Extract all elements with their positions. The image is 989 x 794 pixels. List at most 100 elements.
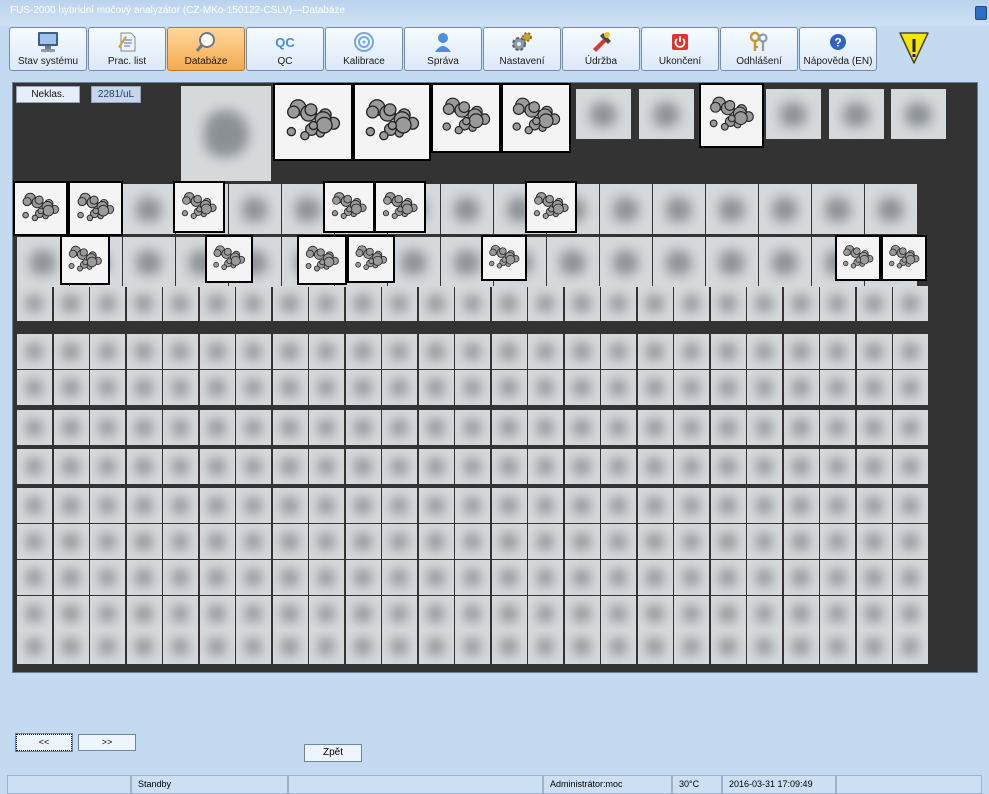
toolbar-button-settings[interactable]: Nastavení (483, 27, 561, 71)
particle-thumbnail[interactable] (90, 370, 125, 405)
particle-thumbnail[interactable] (653, 237, 705, 287)
particle-thumbnail[interactable] (382, 524, 417, 559)
particle-thumbnail[interactable] (637, 488, 673, 523)
particle-thumbnail[interactable] (382, 286, 417, 321)
particle-thumbnail[interactable] (747, 488, 782, 523)
particle-thumbnail[interactable] (893, 560, 928, 595)
particle-thumbnail[interactable] (783, 596, 819, 631)
particle-thumbnail[interactable] (893, 488, 928, 523)
particle-thumbnail[interactable] (53, 524, 89, 559)
particle-thumbnail[interactable] (528, 286, 563, 321)
particle-thumbnail[interactable] (856, 370, 892, 405)
particle-thumbnail[interactable] (126, 524, 162, 559)
particle-thumbnail[interactable] (418, 449, 454, 484)
particle-thumbnail[interactable] (564, 488, 600, 523)
particle-thumbnail[interactable] (90, 560, 125, 595)
particle-thumbnail[interactable] (345, 524, 381, 559)
particle-thumbnail[interactable] (229, 184, 281, 234)
particle-thumbnail[interactable] (272, 488, 308, 523)
particle-thumbnail[interactable] (181, 86, 271, 181)
particle-thumbnail[interactable] (674, 410, 709, 445)
particle-thumbnail[interactable] (455, 286, 490, 321)
particle-thumbnail[interactable] (564, 370, 600, 405)
particle-thumbnail[interactable] (747, 286, 782, 321)
particle-thumbnail[interactable] (820, 488, 855, 523)
particle-thumbnail[interactable] (17, 334, 52, 369)
particle-thumbnail[interactable] (126, 560, 162, 595)
particle-thumbnail[interactable] (491, 596, 527, 631)
particle-thumbnail[interactable] (382, 334, 417, 369)
particle-thumbnail[interactable] (783, 560, 819, 595)
particle-thumbnail-selected[interactable] (297, 235, 347, 285)
particle-thumbnail[interactable] (455, 410, 490, 445)
particle-thumbnail[interactable] (163, 488, 198, 523)
particle-thumbnail[interactable] (528, 334, 563, 369)
particle-thumbnail[interactable] (199, 334, 235, 369)
particle-thumbnail[interactable] (600, 184, 652, 234)
toolbar-button-management[interactable]: Správa (404, 27, 482, 71)
particle-thumbnail[interactable] (199, 524, 235, 559)
toolbar-button-database[interactable]: Databáze (167, 27, 245, 71)
particle-thumbnail[interactable] (710, 596, 746, 631)
particle-thumbnail[interactable] (388, 237, 440, 287)
particle-thumbnail[interactable] (820, 370, 855, 405)
particle-thumbnail[interactable] (747, 629, 782, 664)
particle-thumbnail[interactable] (759, 237, 811, 287)
particle-thumbnail-selected[interactable] (374, 181, 426, 233)
warning-icon[interactable] (897, 30, 931, 66)
particle-thumbnail[interactable] (126, 334, 162, 369)
particle-thumbnail[interactable] (564, 449, 600, 484)
particle-thumbnail[interactable] (601, 410, 636, 445)
particle-thumbnail[interactable] (766, 89, 821, 139)
particle-thumbnail[interactable] (345, 286, 381, 321)
particle-thumbnail[interactable] (601, 596, 636, 631)
particle-thumbnail[interactable] (53, 410, 89, 445)
particle-thumbnail[interactable] (856, 334, 892, 369)
particle-thumbnail[interactable] (491, 410, 527, 445)
particle-thumbnail[interactable] (564, 286, 600, 321)
particle-thumbnail[interactable] (236, 410, 271, 445)
previous-page-button[interactable]: << (15, 733, 73, 752)
toolbar-button-logout[interactable]: Odhlášení (720, 27, 798, 71)
particle-thumbnail[interactable] (455, 449, 490, 484)
particle-thumbnail[interactable] (382, 488, 417, 523)
particle-thumbnail[interactable] (528, 560, 563, 595)
particle-thumbnail[interactable] (564, 560, 600, 595)
particle-thumbnail[interactable] (820, 629, 855, 664)
particle-thumbnail-selected[interactable] (835, 235, 881, 281)
particle-thumbnail[interactable] (637, 370, 673, 405)
particle-thumbnail-selected[interactable] (323, 181, 375, 233)
toolbar-button-exit[interactable]: Ukončení (641, 27, 719, 71)
particle-thumbnail[interactable] (236, 286, 271, 321)
particle-thumbnail[interactable] (710, 629, 746, 664)
particle-thumbnail[interactable] (17, 596, 52, 631)
particle-thumbnail[interactable] (441, 184, 493, 234)
particle-thumbnail[interactable] (455, 560, 490, 595)
particle-thumbnail[interactable] (600, 237, 652, 287)
particle-thumbnail[interactable] (783, 629, 819, 664)
particle-thumbnail-selected[interactable] (205, 235, 253, 283)
particle-thumbnail[interactable] (491, 629, 527, 664)
particle-thumbnail[interactable] (759, 184, 811, 234)
particle-thumbnail[interactable] (17, 524, 52, 559)
particle-thumbnail[interactable] (382, 410, 417, 445)
particle-thumbnail[interactable] (856, 524, 892, 559)
particle-thumbnail[interactable] (783, 488, 819, 523)
particle-thumbnail[interactable] (747, 596, 782, 631)
particle-thumbnail[interactable] (865, 184, 917, 234)
particle-thumbnail[interactable] (163, 334, 198, 369)
particle-thumbnail[interactable] (674, 488, 709, 523)
particle-thumbnail[interactable] (90, 286, 125, 321)
particle-thumbnail[interactable] (455, 596, 490, 631)
particle-thumbnail[interactable] (856, 410, 892, 445)
particle-thumbnail[interactable] (272, 370, 308, 405)
particle-thumbnail[interactable] (126, 488, 162, 523)
particle-thumbnail[interactable] (17, 286, 52, 321)
particle-thumbnail[interactable] (123, 237, 175, 287)
particle-thumbnail[interactable] (706, 237, 758, 287)
particle-thumbnail[interactable] (710, 560, 746, 595)
particle-thumbnail[interactable] (418, 334, 454, 369)
particle-thumbnail[interactable] (382, 596, 417, 631)
particle-thumbnail[interactable] (528, 629, 563, 664)
particle-thumbnail[interactable] (345, 410, 381, 445)
